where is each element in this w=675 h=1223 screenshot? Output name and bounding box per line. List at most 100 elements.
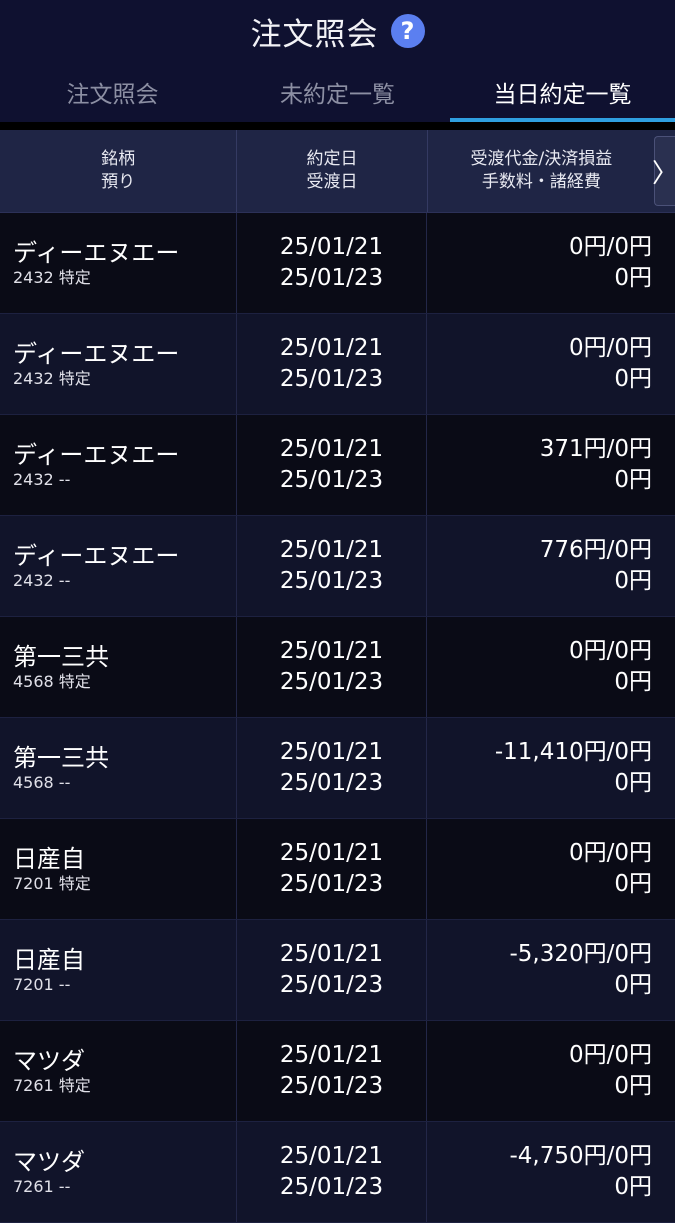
trade-date: 25/01/21 <box>279 840 384 866</box>
settle-date: 25/01/23 <box>279 265 384 291</box>
settle-date: 25/01/23 <box>279 568 384 594</box>
amount-cell: 0円/0円 0円 <box>427 819 675 919</box>
amount-cell: -4,750円/0円 0円 <box>427 1122 675 1222</box>
tab-today-executed-list[interactable]: 当日約定一覧 <box>450 62 675 122</box>
stock-cell: マツダ 7261 -- <box>0 1122 237 1222</box>
amount-cell: 776円/0円 0円 <box>427 516 675 616</box>
amount-cell: 0円/0円 0円 <box>427 314 675 414</box>
fee-amount: 0円 <box>614 871 652 897</box>
stock-code: 7261 特定 <box>13 1076 91 1095</box>
trade-date: 25/01/21 <box>279 941 384 967</box>
stock-name: 日産自 <box>13 946 85 974</box>
fee-amount: 0円 <box>614 770 652 796</box>
table-row[interactable]: 日産自 7201 特定 25/01/21 25/01/23 0円/0円 0円 <box>0 819 675 920</box>
settlement-amount: 0円/0円 <box>568 234 652 260</box>
stock-code: 2432 特定 <box>13 369 91 388</box>
table-row[interactable]: マツダ 7261 特定 25/01/21 25/01/23 0円/0円 0円 <box>0 1021 675 1122</box>
trade-date: 25/01/21 <box>279 739 384 765</box>
settlement-amount: 0円/0円 <box>568 840 652 866</box>
stock-name: ディーエヌエー <box>13 441 180 469</box>
settle-date: 25/01/23 <box>279 871 384 897</box>
table-header: 銘柄 預り 約定日 受渡日 受渡代金/決済損益 手数料・諸経費 〉 <box>0 130 675 213</box>
table-row[interactable]: ディーエヌエー 2432 -- 25/01/21 25/01/23 776円/0… <box>0 516 675 617</box>
settlement-amount: -11,410円/0円 <box>494 739 652 765</box>
column-header-settle-date: 受渡日 <box>306 172 358 192</box>
stock-cell: ディーエヌエー 2432 -- <box>0 415 237 515</box>
column-header-dates: 約定日 受渡日 <box>237 130 428 212</box>
scroll-right-icon[interactable]: 〉 <box>652 136 675 206</box>
tab-unexecuted-list[interactable]: 未約定一覧 <box>225 62 450 122</box>
stock-code: 7201 -- <box>13 975 71 994</box>
fee-amount: 0円 <box>614 265 652 291</box>
trade-date: 25/01/21 <box>279 537 384 563</box>
column-header-stock-name: 銘柄 <box>101 149 136 169</box>
table-row[interactable]: ディーエヌエー 2432 特定 25/01/21 25/01/23 0円/0円 … <box>0 314 675 415</box>
table-row[interactable]: 第一三共 4568 特定 25/01/21 25/01/23 0円/0円 0円 <box>0 617 675 718</box>
stock-name: マツダ <box>13 1148 85 1176</box>
settlement-amount: 0円/0円 <box>568 638 652 664</box>
stock-cell: 日産自 7201 特定 <box>0 819 237 919</box>
amount-cell: 0円/0円 0円 <box>427 1021 675 1121</box>
fee-amount: 0円 <box>614 669 652 695</box>
date-cell: 25/01/21 25/01/23 <box>237 314 427 414</box>
table-row[interactable]: 日産自 7201 -- 25/01/21 25/01/23 -5,320円/0円… <box>0 920 675 1021</box>
settle-date: 25/01/23 <box>279 770 384 796</box>
table-row[interactable]: ディーエヌエー 2432 -- 25/01/21 25/01/23 371円/0… <box>0 415 675 516</box>
stock-code: 4568 -- <box>13 773 71 792</box>
settle-date: 25/01/23 <box>279 972 384 998</box>
fee-amount: 0円 <box>614 1073 652 1099</box>
amount-cell: -11,410円/0円 0円 <box>427 718 675 818</box>
trade-date: 25/01/21 <box>279 1042 384 1068</box>
stock-code: 2432 -- <box>13 571 71 590</box>
settle-date: 25/01/23 <box>279 1073 384 1099</box>
table-row[interactable]: 第一三共 4568 -- 25/01/21 25/01/23 -11,410円/… <box>0 718 675 819</box>
settlement-amount: -4,750円/0円 <box>509 1143 652 1169</box>
fee-amount: 0円 <box>614 467 652 493</box>
trade-date: 25/01/21 <box>279 638 384 664</box>
stock-cell: ディーエヌエー 2432 -- <box>0 516 237 616</box>
table-body: ディーエヌエー 2432 特定 25/01/21 25/01/23 0円/0円 … <box>0 213 675 1223</box>
stock-cell: ディーエヌエー 2432 特定 <box>0 213 237 313</box>
settle-date: 25/01/23 <box>279 669 384 695</box>
stock-code: 4568 特定 <box>13 672 91 691</box>
stock-cell: マツダ 7261 特定 <box>0 1021 237 1121</box>
amount-cell: 0円/0円 0円 <box>427 617 675 717</box>
table-row[interactable]: マツダ 7261 -- 25/01/21 25/01/23 -4,750円/0円… <box>0 1122 675 1223</box>
tab-order-inquiry[interactable]: 注文照会 <box>0 62 225 122</box>
stock-code: 7201 特定 <box>13 874 91 893</box>
trade-date: 25/01/21 <box>279 1143 384 1169</box>
fee-amount: 0円 <box>614 366 652 392</box>
column-header-stock: 銘柄 預り <box>0 130 238 212</box>
executions-table: 銘柄 預り 約定日 受渡日 受渡代金/決済損益 手数料・諸経費 〉 ディーエヌエ… <box>0 130 675 1223</box>
fee-amount: 0円 <box>614 568 652 594</box>
stock-code: 7261 -- <box>13 1177 71 1196</box>
date-cell: 25/01/21 25/01/23 <box>237 213 427 313</box>
trade-date: 25/01/21 <box>279 234 384 260</box>
help-icon[interactable]: ? <box>390 14 425 48</box>
date-cell: 25/01/21 25/01/23 <box>237 516 427 616</box>
settlement-amount: -5,320円/0円 <box>509 941 652 967</box>
date-cell: 25/01/21 25/01/23 <box>237 617 427 717</box>
date-cell: 25/01/21 25/01/23 <box>237 1122 427 1222</box>
settlement-amount: 0円/0円 <box>568 1042 652 1068</box>
stock-name: ディーエヌエー <box>13 340 180 368</box>
app-header: 注文照会 ? <box>0 0 675 62</box>
stock-cell: ディーエヌエー 2432 特定 <box>0 314 237 414</box>
date-cell: 25/01/21 25/01/23 <box>237 920 427 1020</box>
stock-name: ディーエヌエー <box>13 239 180 267</box>
fee-amount: 0円 <box>614 1174 652 1200</box>
amount-cell: 0円/0円 0円 <box>427 213 675 313</box>
stock-cell: 第一三共 4568 特定 <box>0 617 237 717</box>
stock-code: 2432 特定 <box>13 268 91 287</box>
column-header-trade-date: 約定日 <box>306 149 358 169</box>
stock-cell: 日産自 7201 -- <box>0 920 237 1020</box>
settle-date: 25/01/23 <box>279 467 384 493</box>
date-cell: 25/01/21 25/01/23 <box>237 819 427 919</box>
table-row[interactable]: ディーエヌエー 2432 特定 25/01/21 25/01/23 0円/0円 … <box>0 213 675 314</box>
stock-name: ディーエヌエー <box>13 542 180 570</box>
stock-name: 第一三共 <box>13 643 109 671</box>
date-cell: 25/01/21 25/01/23 <box>237 1021 427 1121</box>
column-header-custody: 預り <box>101 172 136 192</box>
stock-name: 日産自 <box>13 845 85 873</box>
stock-code: 2432 -- <box>13 470 71 489</box>
